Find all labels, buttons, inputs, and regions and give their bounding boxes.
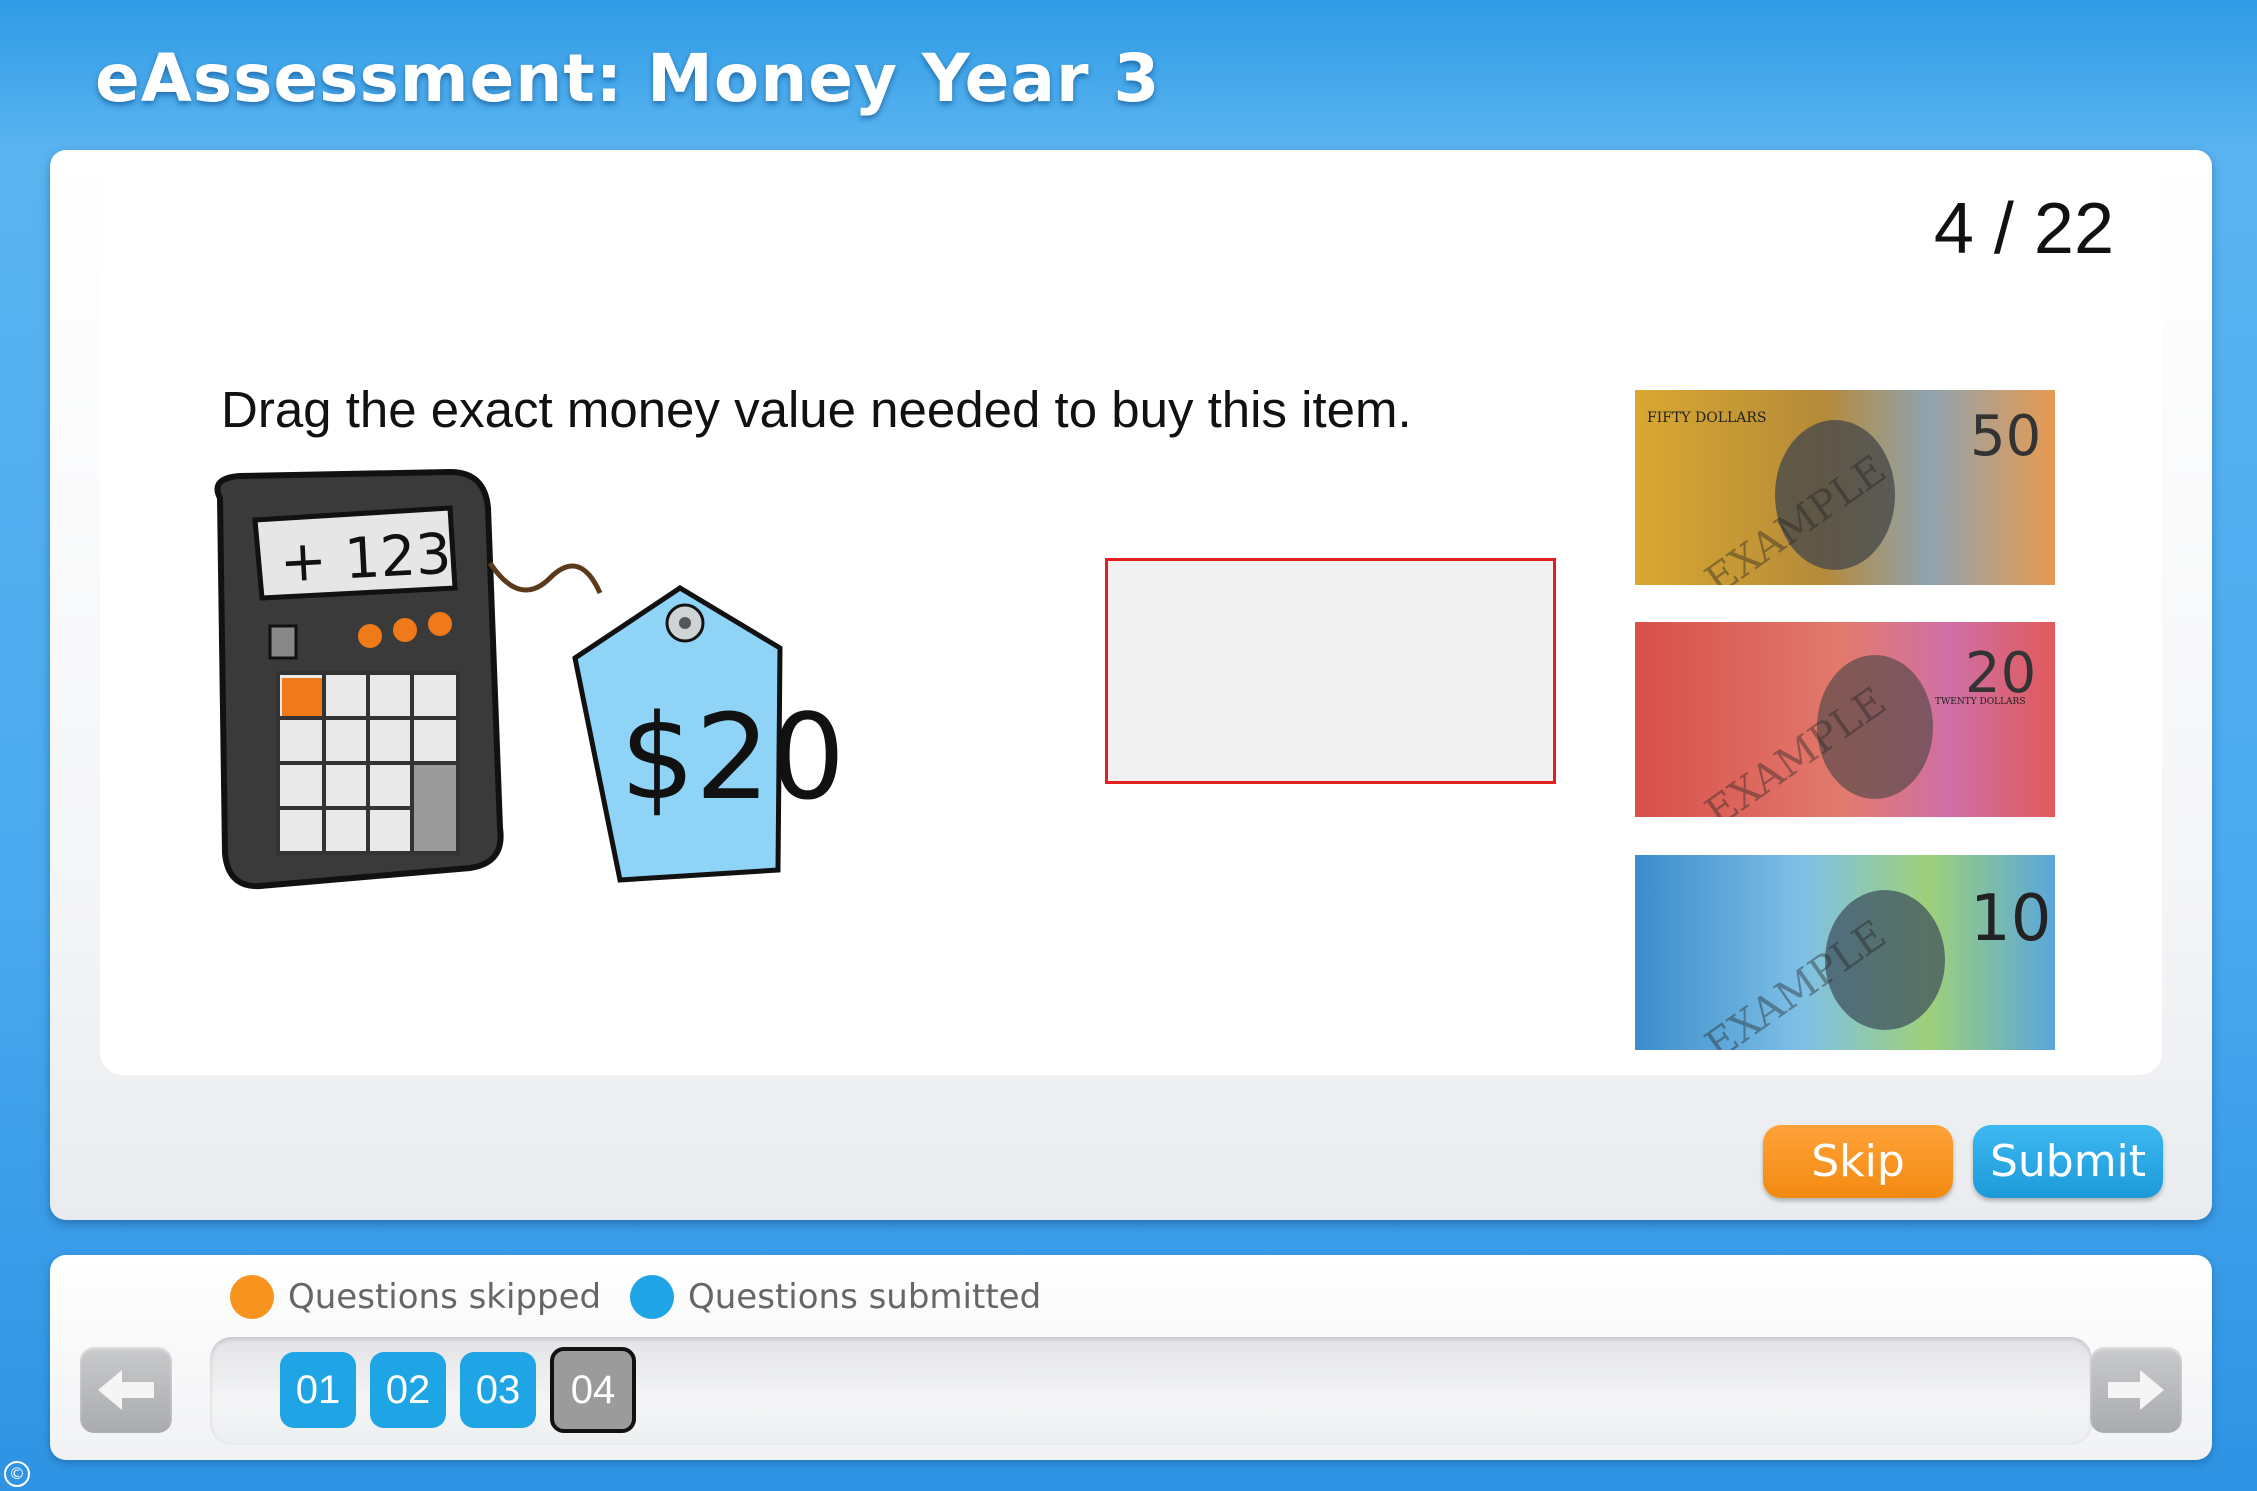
skip-button[interactable]: Skip <box>1763 1125 1953 1198</box>
twenty-caption: TWENTY DOLLARS <box>1935 697 2026 707</box>
question-navigation-panel: Questions skipped Questions submitted 01… <box>50 1255 2212 1460</box>
ten-dollar-note[interactable]: 10 EXAMPLE <box>1635 855 2055 1050</box>
twenty-dollar-note[interactable]: 20 TWENTY DOLLARS EXAMPLE <box>1635 622 2055 817</box>
calculator-display-text: + 123 <box>278 522 453 596</box>
question-button-04[interactable]: 04 <box>550 1347 636 1433</box>
fifty-value-label: 50 <box>1970 404 2041 469</box>
copyright-icon: © <box>4 1461 30 1487</box>
fifty-caption: FIFTY DOLLARS <box>1647 410 1767 426</box>
money-drop-zone[interactable] <box>1105 558 1556 784</box>
next-question-button[interactable] <box>2090 1347 2182 1433</box>
price-tag-text: $20 <box>620 688 845 826</box>
legend-skipped-label: Questions skipped <box>288 1277 602 1317</box>
arrow-left-icon <box>98 1370 154 1410</box>
legend-skipped: Questions skipped <box>230 1275 601 1319</box>
question-button-03[interactable]: 03 <box>460 1352 536 1428</box>
calculator-with-price-tag-image: + 123 $20 <box>214 468 845 890</box>
submitted-dot-icon <box>630 1275 674 1319</box>
question-button-01[interactable]: 01 <box>280 1352 356 1428</box>
skipped-dot-icon <box>230 1275 274 1319</box>
question-prompt: Drag the exact money value needed to buy… <box>221 381 1412 438</box>
app-title: eAssessment: Money Year 3 <box>95 40 1161 117</box>
fifty-dollar-note[interactable]: FIFTY DOLLARS 50 EXAMPLE <box>1635 390 2055 585</box>
question-button-02[interactable]: 02 <box>370 1352 446 1428</box>
legend-submitted-label: Questions submitted <box>688 1277 1042 1317</box>
submit-button[interactable]: Submit <box>1973 1125 2163 1198</box>
ten-value-label: 10 <box>1970 882 2051 956</box>
legend-submitted: Questions submitted <box>630 1275 1041 1319</box>
previous-question-button[interactable] <box>80 1347 172 1433</box>
question-number-track: 01 02 03 04 <box>210 1337 2092 1445</box>
question-counter: 4 / 22 <box>1933 189 2114 269</box>
arrow-right-icon <box>2108 1370 2164 1410</box>
